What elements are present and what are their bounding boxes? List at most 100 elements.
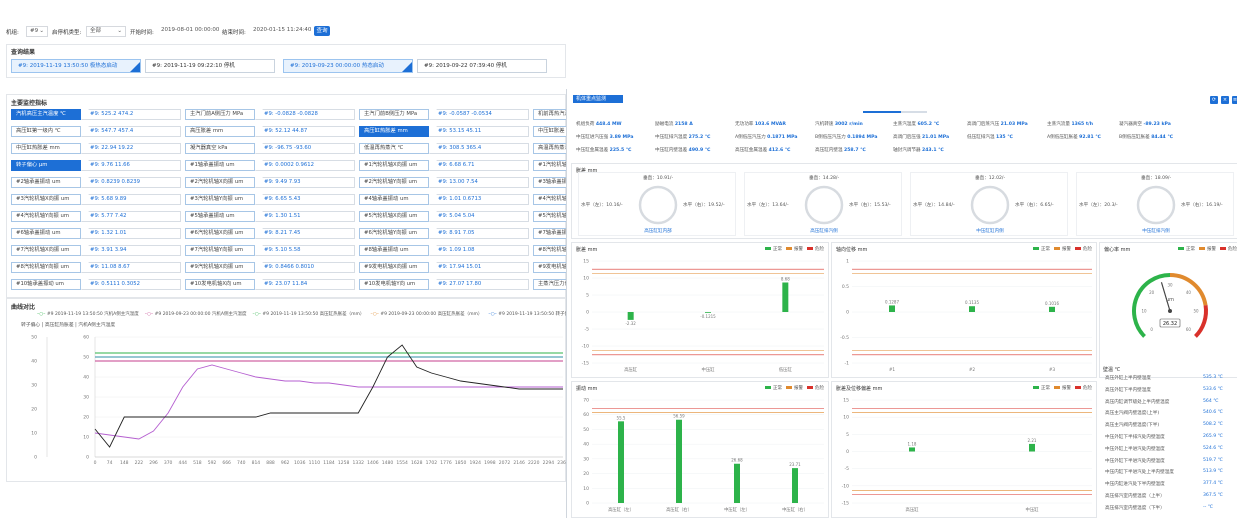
indicator-label[interactable]: #6轴承盖振动 um: [11, 228, 81, 239]
indicator-label[interactable]: 汽机高压主汽温度 ℃: [11, 109, 81, 120]
refresh-icon[interactable]: ⟳: [1210, 96, 1218, 104]
x-tick: 1998: [484, 460, 496, 466]
category-label: 高压缸（右）: [666, 506, 692, 513]
curve-legend-item[interactable]: –○– #9 2019-09-23 00:00:00 高压缸热胀差（mm）: [370, 312, 482, 317]
indicator-label[interactable]: #2汽轮机轴Y向振 um: [359, 177, 429, 188]
indicator-label[interactable]: #8轴承盖振动 um: [359, 245, 429, 256]
metric-item: A侧低压汽压力 0.1871 MPa: [735, 135, 798, 140]
chart-legend: 正常 报警 危险: [1029, 246, 1092, 252]
indicator-label[interactable]: #10发电机轴Y向 um: [359, 279, 429, 290]
indicator-label[interactable]: #7汽轮机轴X向振 um: [11, 245, 81, 256]
indicator-label[interactable]: #9发电机轴X向振 um: [359, 262, 429, 273]
indicator-label[interactable]: #2汽轮机轴X向振 um: [185, 177, 255, 188]
x-tick: 1110: [309, 460, 321, 466]
query-button[interactable]: 查询: [314, 26, 330, 36]
gauge-circle: [970, 185, 1010, 225]
indicator-label[interactable]: 高压胀差 mm: [185, 126, 255, 137]
y-tick: 5: [846, 432, 849, 438]
indicator-label[interactable]: #8汽轮机轴Y向振 um: [11, 262, 81, 273]
y-tick: 30: [583, 456, 589, 462]
gauge-name: 中压缸排汽侧: [1142, 229, 1170, 234]
indicator-label[interactable]: #3汽轮机轴Y向振 um: [185, 194, 255, 205]
start-time-input[interactable]: 2019-08-01 00:00:00 ▦: [158, 26, 220, 37]
curve-legend-item[interactable]: –○– #9 2019-11-19 13:50:50 高压缸热胀差（mm）: [253, 312, 365, 317]
y-tick: 10: [583, 486, 589, 492]
expansion-gauge: 垂直：12.02/- 水平（左）：14.84/- 水平（右）：6.65/- 中压缸缸内…: [910, 172, 1068, 236]
indicator-label[interactable]: 主汽门前B侧压力 MPa: [359, 109, 429, 120]
result-tab-4[interactable]: #9: 2019-09-22 07:39:40 停机: [417, 59, 547, 73]
chart-legend: 正常 报警 危险: [761, 246, 824, 252]
menu-icon[interactable]: ≡: [1232, 96, 1237, 104]
result-tab-1[interactable]: #9: 2019-11-19 13:50:50 极热态启动: [11, 59, 141, 73]
y2-tick: 60: [83, 335, 89, 341]
indicator-label[interactable]: #10发电机轴X向 um: [185, 279, 255, 290]
monitor-slider[interactable]: [863, 111, 927, 113]
bar: [782, 282, 789, 312]
result-tab-3[interactable]: #9: 2019-09-23 00:00:00 热态启动: [283, 59, 413, 73]
y-tick: -5: [845, 466, 850, 472]
indicator-value: #9: 5.77 7.42: [81, 211, 181, 222]
metric-item: 中压缸排汽温度 275.2 ℃: [655, 135, 711, 140]
x-tick: 814: [252, 460, 261, 466]
metric-item: 中压缸内壁温差 490.9 ℃: [655, 148, 711, 153]
indicator-label[interactable]: #3汽轮机轴X向振 um: [11, 194, 81, 205]
metric-item: 主蒸汽温度 605.2 ℃: [893, 122, 940, 127]
x-tick: 962: [281, 460, 290, 466]
data-label: 8.68: [781, 276, 790, 281]
data-label: 26.68: [731, 458, 743, 463]
gauge-right-value: 水平（右）：16.19/-: [1181, 203, 1223, 208]
indicator-label[interactable]: #5轴承盖振动 um: [185, 211, 255, 222]
vibration-bar-chart: 70 60 50 40 30 20 10 0 55.5 高压缸（左） 56.59 高压缸（右） 26.6…: [583, 398, 824, 513]
unit-select[interactable]: #9 ⌄: [26, 26, 48, 37]
indicator-label[interactable]: #4汽轮机轴Y向振 um: [11, 211, 81, 222]
indicator-label[interactable]: 低温再热蒸汽 ℃: [359, 143, 429, 154]
result-tab-label: #9: 2019-11-19 09:22:10 停机: [152, 63, 235, 69]
chart-legend: 正常 报警 危险: [1029, 385, 1092, 391]
metric-item: 高压缸金属温差 412.6 ℃: [735, 148, 791, 153]
type-select[interactable]: 全部 ⌄: [86, 26, 126, 37]
result-tab-2[interactable]: #9: 2019-11-19 09:22:10 停机: [145, 59, 275, 73]
monitor-title: 机体重点监测: [573, 95, 623, 103]
y1-tick: 40: [31, 359, 37, 365]
bar: [969, 306, 975, 312]
gauge-circle: [1136, 185, 1176, 225]
wall-temp-value: 508.2 ℃: [1203, 422, 1223, 428]
indicator-label[interactable]: #6汽轮机轴Y向振 um: [359, 228, 429, 239]
wall-temp-label: 高压外缸下半内壁温度: [1105, 387, 1151, 393]
close-icon[interactable]: ×: [1221, 96, 1229, 104]
wall-temperature-list: 壁温 ℃ 高压外缸上半内壁温度 535.3 ℃ 高压外缸下半内壁温度 533.6 ℃ 高…: [1099, 367, 1237, 518]
indicator-label[interactable]: 主汽门前A侧压力 MPa: [185, 109, 255, 120]
gauge-section: 胀差 mm 垂直：10.91/- 水平（左）：10.16/- 水平（右）：19.52…: [571, 163, 1237, 239]
indicator-label[interactable]: #10轴承盖振动 um: [11, 279, 81, 290]
indicator-value: #9: 9.76 11.66: [81, 160, 181, 171]
category-label: 高压缸: [624, 366, 638, 373]
indicator-label[interactable]: 转子偏心 μm: [11, 160, 81, 171]
x-tick: 1850: [455, 460, 467, 466]
indicator-label[interactable]: 高压缸热胀差 mm: [359, 126, 429, 137]
indicator-label[interactable]: #1汽轮机轴X向振 um: [359, 160, 429, 171]
metric-item: 高调门后蒸汽压 21.03 MPa: [967, 122, 1028, 127]
indicator-label[interactable]: #5汽轮机轴X向振 um: [359, 211, 429, 222]
gauge-circle: [638, 185, 678, 225]
indicator-label[interactable]: #1轴承盖振动 um: [185, 160, 255, 171]
curve-legend-item[interactable]: –○– #9 2019-11-19 13:50:50 转子偏: [488, 312, 569, 317]
curve-legend-item[interactable]: –○– #9 2019-11-19 13:50:50 汽机A侧主汽温度: [37, 312, 139, 317]
indicator-label[interactable]: #6汽轮机轴X向振 um: [185, 228, 255, 239]
indicator-label[interactable]: 高压缸第一级内 ℃: [11, 126, 81, 137]
end-time-input[interactable]: 2020-01-15 11:24:40 ▦: [250, 26, 312, 37]
x-tick: 666: [222, 460, 231, 466]
gauge-right-value: 水平（右）：6.65/-: [1015, 203, 1054, 208]
indicator-label[interactable]: #9汽轮机轴X向振 um: [185, 262, 255, 273]
selected-corner-icon: [130, 62, 140, 72]
wall-temp-value: 535.3 ℃: [1203, 375, 1223, 380]
curve-legend-item[interactable]: –○– #9 2019-09-23 00:00:00 汽机A侧主汽温度: [145, 312, 247, 317]
indicator-label[interactable]: 中压缸热胀差 mm: [11, 143, 81, 154]
axial-chart-title: 轴向位移 mm: [836, 247, 868, 253]
expansion-chart: 胀差 mm 正常 报警 危险 15 10 5 0 -5 -10 -15 -2.32 高压缸 -0.12…: [571, 242, 829, 378]
indicator-label[interactable]: #4轴承盖振动 um: [359, 194, 429, 205]
indicator-label[interactable]: 凝汽器真空 kPa: [185, 143, 255, 154]
bar: [1049, 306, 1055, 312]
x-tick: 148: [120, 460, 129, 466]
indicator-label[interactable]: #7汽轮机轴Y向振 um: [185, 245, 255, 256]
indicator-label[interactable]: #2轴承盖振动 um: [11, 177, 81, 188]
